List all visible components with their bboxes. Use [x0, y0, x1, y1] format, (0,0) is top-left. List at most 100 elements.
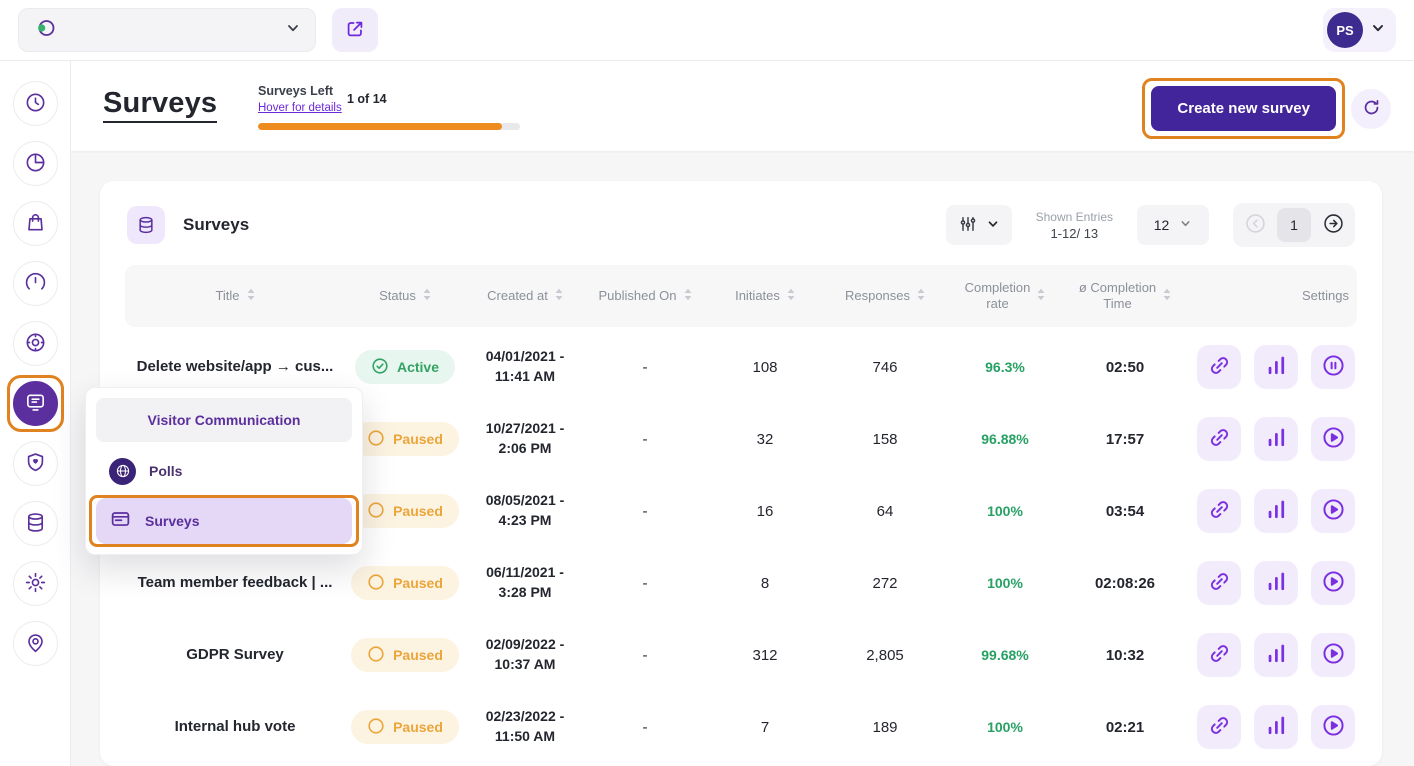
surveys-card-icon	[127, 206, 165, 244]
row-settings	[1185, 705, 1355, 749]
responses: 64	[825, 503, 945, 520]
statistics-button[interactable]	[1254, 489, 1298, 533]
shield-heart-icon	[24, 451, 47, 477]
sidebar-item-dashboard[interactable]	[13, 81, 58, 126]
create-new-survey-button[interactable]: Create new survey	[1151, 86, 1336, 131]
row-settings	[1185, 489, 1355, 533]
sort-icon	[684, 288, 692, 304]
bar-chart-icon	[1264, 425, 1289, 453]
row-settings	[1185, 345, 1355, 389]
flyout-item-label: Polls	[149, 463, 182, 479]
copy-link-button[interactable]	[1197, 345, 1241, 389]
published-on: -	[585, 575, 705, 592]
column-header-completion-rate[interactable]: Completion rate	[945, 280, 1065, 313]
database-icon	[24, 511, 47, 537]
link-icon	[1207, 497, 1232, 525]
flyout-item-polls[interactable]: Polls	[96, 448, 352, 494]
initiates: 32	[705, 431, 825, 448]
completion-rate: 100%	[945, 503, 1065, 519]
column-header-completion-time[interactable]: ø Completion Time	[1065, 280, 1185, 313]
sliders-icon	[958, 214, 978, 237]
sidebar-item-shop[interactable]	[13, 201, 58, 246]
page-size-value: 12	[1154, 217, 1170, 233]
sort-icon	[917, 288, 925, 304]
column-header-published-on[interactable]: Published On	[585, 288, 705, 304]
responses: 2,805	[825, 647, 945, 664]
copy-link-button[interactable]	[1197, 417, 1241, 461]
prev-page-button[interactable]	[1238, 208, 1272, 242]
surveys-left-label: Surveys Left	[258, 84, 520, 98]
completion-rate: 100%	[945, 719, 1065, 735]
play-survey-button[interactable]	[1311, 705, 1355, 749]
sidebar-item-visitor-communication[interactable]	[13, 381, 58, 426]
hover-for-details-link[interactable]: Hover for details	[258, 102, 342, 114]
sidebar-item-targeting[interactable]	[13, 321, 58, 366]
chevron-down-icon	[1179, 217, 1192, 233]
workspace-selector[interactable]	[18, 8, 316, 52]
flyout-header[interactable]: Visitor Communication	[96, 398, 352, 442]
initiates: 108	[705, 359, 825, 376]
sort-icon	[423, 288, 431, 304]
pie-chart-icon	[24, 151, 47, 177]
bar-chart-icon	[1264, 569, 1289, 597]
table-row: Internal hub votePaused02/23/2022 -11:50…	[125, 691, 1357, 763]
sidebar-item-performance[interactable]	[13, 261, 58, 306]
copy-link-button[interactable]	[1197, 561, 1241, 605]
status-badge: Paused	[351, 638, 459, 672]
shown-entries-value: 1-12/ 13	[1036, 226, 1113, 241]
page-size-select[interactable]: 12	[1137, 205, 1209, 245]
statistics-button[interactable]	[1254, 633, 1298, 677]
sort-icon	[1037, 288, 1045, 304]
responses: 158	[825, 431, 945, 448]
refresh-button[interactable]	[1351, 89, 1391, 129]
column-header-created-at[interactable]: Created at	[465, 288, 585, 304]
copy-link-button[interactable]	[1197, 489, 1241, 533]
column-header-responses[interactable]: Responses	[825, 288, 945, 304]
sidebar-item-settings[interactable]	[13, 561, 58, 606]
sidebar-item-locations[interactable]	[13, 621, 58, 666]
completion-rate: 100%	[945, 575, 1065, 591]
column-header-status[interactable]: Status	[345, 288, 465, 304]
next-page-button[interactable]	[1316, 208, 1350, 242]
sidebar-item-privacy[interactable]	[13, 441, 58, 486]
table-row: GDPR SurveyPaused02/09/2022 -10:37 AM-31…	[125, 619, 1357, 691]
status-badge: Paused	[351, 422, 459, 456]
map-pin-icon	[24, 631, 47, 657]
copy-link-button[interactable]	[1197, 633, 1241, 677]
filter-button[interactable]	[946, 205, 1012, 245]
play-survey-button[interactable]	[1311, 561, 1355, 605]
statistics-button[interactable]	[1254, 561, 1298, 605]
completion-rate: 96.88%	[945, 431, 1065, 447]
created-at: 02/23/2022 -11:50 AM	[465, 707, 585, 746]
sidebar-item-data[interactable]	[13, 501, 58, 546]
pause-survey-button[interactable]	[1311, 345, 1355, 389]
open-external-button[interactable]	[332, 8, 378, 52]
play-survey-button[interactable]	[1311, 633, 1355, 677]
table-header: TitleStatusCreated atPublished OnInitiat…	[125, 265, 1357, 327]
published-on: -	[585, 647, 705, 664]
card-header: Surveys Shown Entries 1-12/ 13 12	[100, 181, 1382, 247]
statistics-button[interactable]	[1254, 417, 1298, 461]
play-survey-button[interactable]	[1311, 489, 1355, 533]
page-title: Surveys	[103, 87, 217, 123]
created-at: 04/01/2021 -11:41 AM	[465, 347, 585, 386]
pagination: 1	[1233, 203, 1355, 247]
created-at: 06/11/2021 -3:28 PM	[465, 563, 585, 602]
page-number-button[interactable]: 1	[1277, 208, 1311, 242]
copy-link-button[interactable]	[1197, 705, 1241, 749]
sidebar-item-analytics[interactable]	[13, 141, 58, 186]
user-menu[interactable]: PS	[1323, 8, 1396, 52]
statistics-button[interactable]	[1254, 705, 1298, 749]
survey-title: GDPR Survey	[125, 646, 345, 664]
visitor-communication-icon	[24, 391, 47, 417]
surveys-progress-fill	[258, 123, 502, 130]
created-at: 02/09/2022 -10:37 AM	[465, 635, 585, 674]
avatar[interactable]: PS	[1327, 12, 1363, 48]
play-survey-button[interactable]	[1311, 417, 1355, 461]
surveys-progress-bar	[258, 123, 520, 130]
statistics-button[interactable]	[1254, 345, 1298, 389]
flyout-item-surveys[interactable]: Surveys	[96, 498, 352, 544]
column-header-title[interactable]: Title	[125, 288, 345, 304]
survey-title: Internal hub vote	[125, 718, 345, 736]
column-header-initiates[interactable]: Initiates	[705, 288, 825, 304]
